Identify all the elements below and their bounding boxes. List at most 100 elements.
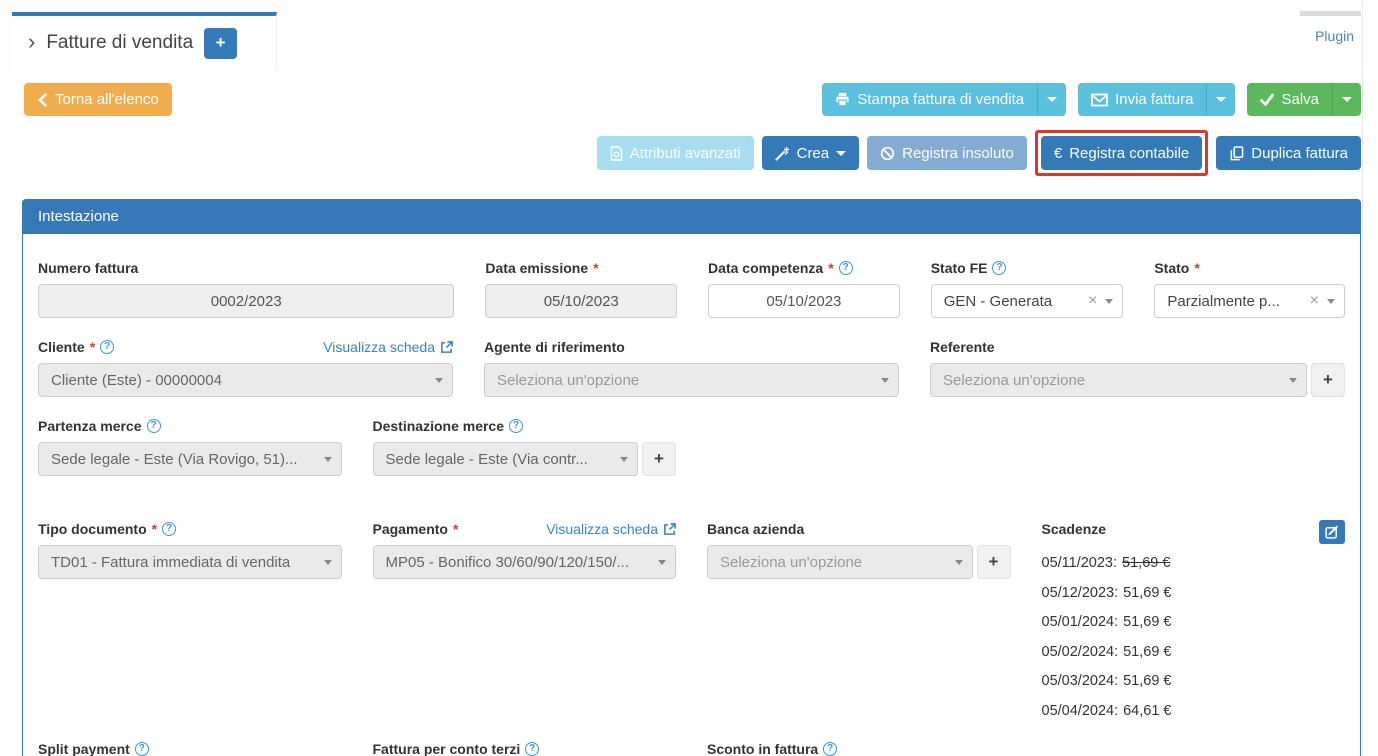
field-label: Data competenza: [708, 260, 823, 276]
print-invoice-button[interactable]: Stampa fattura di vendita: [822, 83, 1037, 116]
field-destinazione-merce: Destinazione merce? Sede legale - Este (…: [373, 417, 677, 476]
toolbar: Torna all'elenco Stampa fattura di vendi…: [0, 83, 1378, 116]
stato-fe-select[interactable]: GEN - Generata ×: [931, 284, 1124, 318]
dropdown-caret-icon: [881, 378, 889, 383]
field-agente: Agente di riferimento Seleziona un'opzio…: [484, 338, 899, 397]
send-invoice-button[interactable]: Invia fattura: [1078, 83, 1206, 116]
scadenza-item: 05/03/2024:51,69 €: [1042, 667, 1346, 697]
external-link-icon: [663, 523, 676, 536]
save-button[interactable]: Salva: [1247, 83, 1332, 116]
add-invoice-button[interactable]: +: [204, 28, 237, 59]
field-label: Fattura per conto terzi: [373, 741, 521, 756]
annotation-highlight: € Registra contabile: [1035, 130, 1208, 176]
chevron-left-icon: [37, 93, 48, 107]
field-label: Agente di riferimento: [484, 339, 625, 355]
printer-icon: [835, 92, 850, 107]
add-destinazione-button[interactable]: +: [642, 442, 676, 476]
help-icon: ?: [509, 419, 523, 433]
numero-fattura-input: 0002/2023: [38, 284, 454, 318]
field-stato-fe: Stato FE? GEN - Generata ×: [931, 259, 1124, 318]
field-label: Sconto in fattura: [707, 741, 818, 756]
scadenze-list: 05/11/2023:51,69 €05/12/2023:51,69 €05/0…: [1042, 549, 1346, 726]
scadenza-item: 05/01/2024:51,69 €: [1042, 608, 1346, 638]
caret-down-icon: [1216, 97, 1226, 102]
required-marker: *: [828, 260, 833, 276]
data-emissione-input: 05/10/2023: [485, 284, 677, 318]
help-icon: ?: [135, 742, 149, 756]
chevron-right-icon: ›: [28, 31, 35, 53]
register-unpaid-button[interactable]: Registra insoluto: [867, 136, 1027, 170]
inactive-tab-top: [1300, 11, 1361, 16]
page-title: Fatture di vendita: [46, 32, 193, 54]
send-button-group: Invia fattura: [1078, 83, 1235, 116]
dropdown-caret-icon: [324, 457, 332, 462]
help-icon: ?: [839, 261, 853, 275]
tab-fatture-di-vendita[interactable]: › Fatture di vendita +: [12, 12, 277, 70]
partenza-merce-select[interactable]: Sede legale - Este (Via Rovigo, 51)...: [38, 442, 342, 476]
caret-down-icon: [836, 151, 846, 156]
field-conto-terzi: Fattura per conto terzi?: [373, 740, 677, 756]
field-label: Partenza merce: [38, 418, 142, 434]
banca-azienda-select[interactable]: Seleziona un'opzione: [707, 545, 973, 579]
field-label: Stato FE: [931, 260, 988, 276]
required-marker: *: [152, 521, 157, 537]
add-banca-button[interactable]: +: [977, 545, 1011, 579]
clear-selection-icon[interactable]: ×: [1310, 293, 1319, 309]
view-payment-link[interactable]: Visualizza scheda: [546, 521, 676, 537]
envelope-icon: [1091, 93, 1108, 107]
caret-down-icon: [1047, 97, 1057, 102]
tipo-documento-select[interactable]: TD01 - Fattura immediata di vendita: [38, 545, 342, 579]
field-numero-fattura: Numero fattura 0002/2023: [38, 259, 454, 318]
panel-title: Intestazione: [38, 208, 119, 225]
help-icon: ?: [823, 742, 837, 756]
send-dropdown-toggle[interactable]: [1206, 83, 1235, 116]
field-label: Referente: [930, 339, 995, 355]
register-accounting-button[interactable]: € Registra contabile: [1041, 136, 1202, 170]
caret-down-icon: [1342, 97, 1352, 102]
external-link-icon: [440, 341, 453, 354]
help-icon: ?: [525, 742, 539, 756]
field-data-competenza: Data competenza *? 05/10/2023: [708, 259, 900, 318]
field-label: Cliente: [38, 339, 85, 355]
pencil-square-icon: [1325, 525, 1339, 539]
dropdown-caret-icon: [324, 560, 332, 565]
scadenza-item: 05/02/2024:51,69 €: [1042, 638, 1346, 668]
edit-scadenze-button[interactable]: [1319, 520, 1345, 544]
back-to-list-button[interactable]: Torna all'elenco: [24, 83, 172, 116]
panel-header: Intestazione: [22, 199, 1361, 234]
magic-wand-icon: [775, 146, 790, 161]
data-competenza-input[interactable]: 05/10/2023: [708, 284, 900, 318]
advanced-attributes-button[interactable]: Attributi avanzati: [597, 136, 754, 170]
view-customer-link[interactable]: Visualizza scheda: [323, 339, 453, 355]
referente-select[interactable]: Seleziona un'opzione: [930, 363, 1307, 397]
field-label: Data emissione: [485, 260, 588, 276]
ban-icon: [880, 146, 895, 161]
dropdown-caret-icon: [1327, 299, 1335, 304]
field-sconto-fattura: Sconto in fattura?: [707, 740, 1011, 756]
agente-select[interactable]: Seleziona un'opzione: [484, 363, 899, 397]
plugin-link[interactable]: Plugin: [1315, 28, 1354, 44]
field-pagamento: Pagamento* Visualizza scheda MP05 - Boni…: [373, 520, 677, 726]
field-label: Split payment: [38, 741, 130, 756]
dropdown-caret-icon: [435, 378, 443, 383]
help-icon: ?: [162, 522, 176, 536]
clear-selection-icon[interactable]: ×: [1088, 293, 1097, 309]
pagamento-select[interactable]: MP05 - Bonifico 30/60/90/120/150/...: [373, 545, 677, 579]
duplicate-invoice-button[interactable]: Duplica fattura: [1216, 136, 1361, 170]
field-scadenze: Scadenze 05/11/2023:51,69 €05/12/2023:51…: [1042, 520, 1346, 726]
print-dropdown-toggle[interactable]: [1037, 83, 1066, 116]
dropdown-caret-icon: [1289, 378, 1297, 383]
field-label: Destinazione merce: [373, 418, 505, 434]
panel-body: Numero fattura 0002/2023 Data emissione *…: [22, 234, 1361, 756]
save-button-group: Salva: [1247, 83, 1361, 116]
save-dropdown-toggle[interactable]: [1332, 83, 1361, 116]
add-referente-button[interactable]: +: [1311, 363, 1345, 397]
create-dropdown-button[interactable]: Crea: [762, 136, 860, 170]
required-marker: *: [453, 521, 458, 537]
field-banca-azienda: Banca azienda Seleziona un'opzione +: [707, 520, 1011, 726]
field-stato: Stato* Parzialmente p... ×: [1154, 259, 1345, 318]
stato-select[interactable]: Parzialmente p... ×: [1154, 284, 1345, 318]
cliente-select[interactable]: Cliente (Este) - 00000004: [38, 363, 453, 397]
destinazione-merce-select[interactable]: Sede legale - Este (Via contr...: [373, 442, 639, 476]
scadenza-item: 05/11/2023:51,69 €: [1042, 549, 1346, 579]
